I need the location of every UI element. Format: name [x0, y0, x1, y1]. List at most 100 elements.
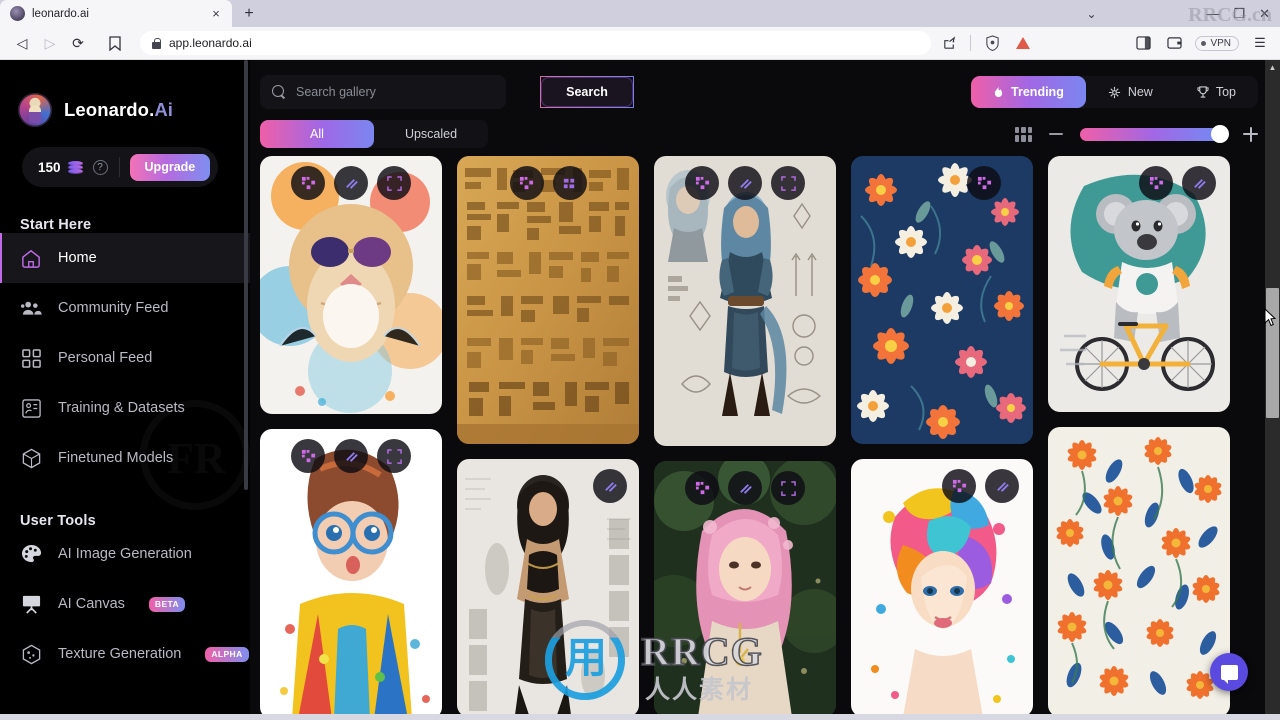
share-icon[interactable] — [939, 33, 959, 53]
gallery-card[interactable] — [654, 461, 836, 717]
toolbar-actions: VPN ☰ — [939, 33, 1272, 53]
tab-top[interactable]: Top — [1175, 76, 1258, 108]
upscale-icon[interactable] — [685, 166, 719, 200]
gallery-card[interactable] — [1048, 156, 1230, 412]
tab-label: New — [1127, 85, 1153, 99]
upscale-icon[interactable] — [967, 166, 1001, 200]
gallery-card[interactable] — [654, 156, 836, 446]
bookmark-icon[interactable] — [102, 30, 128, 56]
dataset-icon — [20, 397, 42, 419]
expand-icon[interactable] — [377, 439, 411, 473]
sidebar-panel-icon[interactable] — [1133, 33, 1153, 53]
gallery-column — [260, 156, 442, 719]
vpn-button[interactable]: VPN — [1195, 35, 1239, 51]
expand-icon[interactable] — [771, 166, 805, 200]
trophy-icon — [1197, 86, 1209, 98]
variation-icon[interactable] — [1182, 166, 1216, 200]
sidebar-item-community-feed[interactable]: Community Feed — [0, 283, 250, 333]
sidebar-item-texture-generation[interactable]: Texture Generation ALPHA — [0, 629, 250, 679]
chat-bubble-icon[interactable] — [1210, 653, 1248, 691]
variation-icon[interactable] — [985, 469, 1019, 503]
upscale-icon[interactable] — [1139, 166, 1173, 200]
gallery-card[interactable] — [457, 459, 639, 717]
forward-button[interactable]: ▷ — [36, 29, 64, 57]
reload-button[interactable]: ⟳ — [64, 29, 92, 57]
flame-icon — [994, 85, 1003, 97]
card-actions — [457, 469, 639, 503]
address-bar[interactable]: app.leonardo.ai — [140, 31, 932, 55]
menu-icon[interactable]: ☰ — [1250, 33, 1270, 53]
sidebar-item-finetuned-models[interactable]: Finetuned Models — [0, 433, 250, 483]
gallery-card[interactable] — [851, 156, 1033, 444]
sidebar-scrollbar-thumb[interactable] — [244, 60, 248, 490]
gallery-card[interactable] — [1048, 427, 1230, 717]
maximize-button[interactable]: ❐ — [1233, 7, 1245, 20]
page-scrollbar-thumb[interactable] — [1266, 288, 1279, 418]
grid-density-icon[interactable] — [1015, 126, 1032, 142]
expand-icon[interactable] — [771, 471, 805, 505]
zoom-out-button[interactable] — [1049, 133, 1063, 135]
gallery-card[interactable] — [851, 459, 1033, 717]
new-tab-button[interactable]: + — [236, 3, 262, 25]
zoom-slider[interactable] — [1080, 125, 1229, 143]
sidebar-item-training-datasets[interactable]: Training & Datasets — [0, 383, 250, 433]
variation-icon[interactable] — [334, 166, 368, 200]
filter-upscaled[interactable]: Upscaled — [374, 120, 488, 148]
browser-toolbar: ◁ ▷ ⟳ app.leonardo.ai VPN ☰ — [0, 27, 1280, 60]
window-controls: ⌄ — ❐ ✕ — [1086, 0, 1274, 27]
sidebar-item-label: Finetuned Models — [58, 450, 174, 466]
brand-logo[interactable]: Leonardo.Ai — [0, 60, 250, 127]
scroll-up-arrow[interactable]: ▲ — [1265, 60, 1280, 75]
sidebar-item-ai-image-generation[interactable]: AI Image Generation — [0, 529, 250, 579]
sidebar-item-home[interactable]: Home — [0, 233, 250, 283]
sidebar-scrollbar[interactable] — [244, 60, 249, 720]
toolbar-divider — [970, 35, 972, 51]
filter-all[interactable]: All — [260, 120, 374, 148]
zoom-in-button[interactable] — [1243, 126, 1258, 142]
page-scrollbar[interactable]: ▲ — [1265, 60, 1280, 720]
variation-icon[interactable] — [593, 469, 627, 503]
window-close-button[interactable]: ✕ — [1259, 7, 1270, 20]
expand-icon[interactable] — [377, 166, 411, 200]
upscale-icon[interactable] — [509, 166, 544, 200]
sort-tabs: Trending New Top — [971, 76, 1258, 108]
variation-icon[interactable] — [728, 166, 762, 200]
search-button[interactable]: Search — [540, 76, 634, 108]
badge-alpha: ALPHA — [205, 646, 249, 662]
help-icon[interactable]: ? — [92, 159, 108, 175]
sidebar-item-label: Training & Datasets — [58, 400, 185, 416]
zoom-slider-knob[interactable] — [1211, 125, 1229, 143]
tab-trending[interactable]: Trending — [971, 76, 1086, 108]
variation-icon[interactable] — [334, 439, 368, 473]
card-actions — [654, 166, 836, 200]
toolbar-row-search: Search Trending New Top — [260, 74, 1258, 110]
upscale-icon[interactable] — [942, 469, 976, 503]
wallet-icon[interactable] — [1164, 33, 1184, 53]
browser-tab[interactable]: leonardo.ai × — [0, 0, 232, 27]
search-field[interactable] — [260, 75, 506, 109]
upscale-icon[interactable] — [291, 166, 325, 200]
chevron-down-icon[interactable]: ⌄ — [1086, 8, 1096, 20]
card-actions — [260, 439, 442, 473]
close-icon[interactable]: × — [208, 6, 224, 22]
variation-icon[interactable] — [552, 166, 587, 200]
back-button[interactable]: ◁ — [8, 29, 36, 57]
upscale-icon[interactable] — [291, 439, 325, 473]
sidebar-item-ai-canvas[interactable]: AI Canvas BETA — [0, 579, 250, 629]
sidebar-item-label: Home — [58, 250, 97, 266]
gallery-card[interactable] — [457, 156, 639, 444]
brave-shield-icon[interactable] — [982, 33, 1002, 53]
sidebar-item-label: Personal Feed — [58, 350, 153, 366]
sidebar-item-personal-feed[interactable]: Personal Feed — [0, 333, 250, 383]
tab-new[interactable]: New — [1086, 76, 1175, 108]
upgrade-button[interactable]: Upgrade — [129, 153, 211, 181]
search-input[interactable] — [296, 85, 494, 99]
badge-beta: BETA — [148, 596, 186, 612]
variation-icon[interactable] — [728, 471, 762, 505]
gallery-card[interactable] — [260, 156, 442, 414]
upscale-icon[interactable] — [685, 471, 719, 505]
gallery-card[interactable] — [260, 429, 442, 719]
minimize-button[interactable]: — — [1206, 7, 1219, 20]
tab-title: leonardo.ai — [32, 7, 89, 20]
brave-leo-icon[interactable] — [1013, 33, 1033, 53]
